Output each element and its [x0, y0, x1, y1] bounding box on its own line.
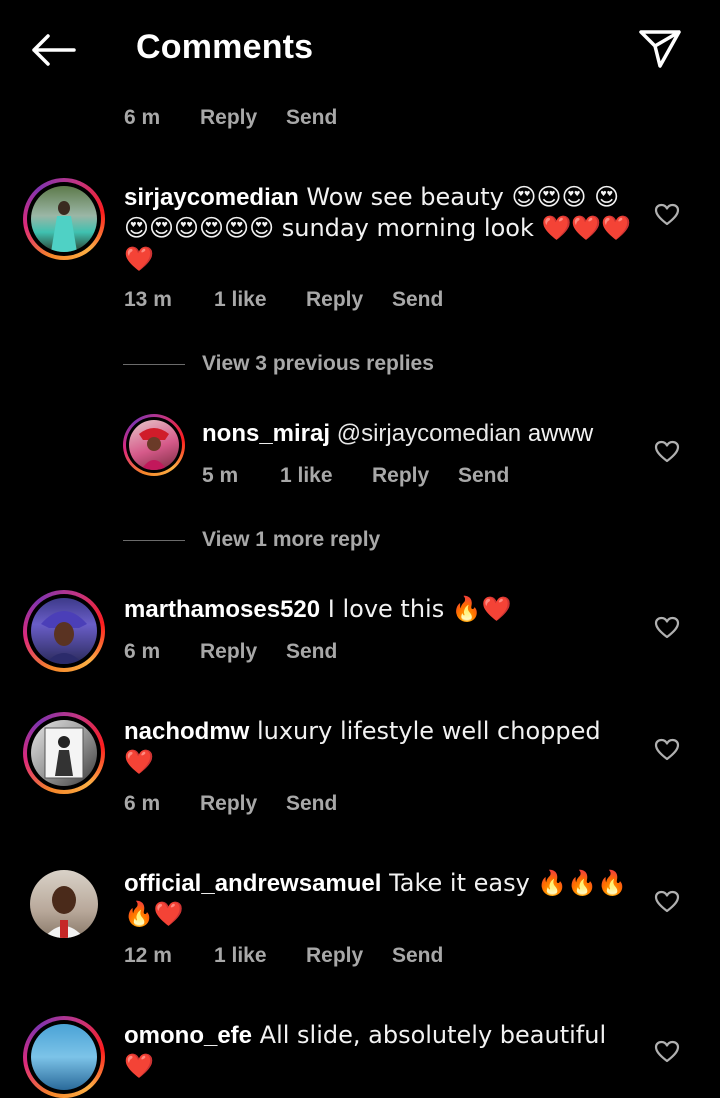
comment-text: sirjaycomedian Wow see beauty 😍😍😍 😍😍😍😍😍😍… [124, 182, 634, 275]
reply-username[interactable]: nons_miraj [202, 420, 330, 447]
avatar [31, 720, 97, 786]
view-previous-replies[interactable]: View 3 previous replies [202, 352, 434, 376]
comment-meta: 6 m Reply Send [124, 792, 424, 818]
send-button[interactable]: Send [458, 464, 509, 488]
likes-count[interactable]: 1 like [214, 288, 267, 312]
avatar [31, 598, 97, 664]
comment-time: 6 m [124, 640, 161, 663]
comment-time: 13 m [124, 288, 172, 311]
comment-text: marthamoses520 I love this 🔥❤️ [124, 594, 634, 625]
send-button[interactable]: Send [392, 288, 443, 312]
avatar-ring[interactable] [23, 178, 105, 260]
comment-meta: 12 m 1 like Reply Send [124, 944, 464, 970]
comment-time: 12 m [124, 944, 172, 967]
reply-text: nons_miraj @sirjaycomedian awww [202, 418, 632, 449]
mention-link[interactable]: @sirjaycomedian [330, 420, 521, 447]
reply-button[interactable]: Reply [372, 464, 429, 488]
comment-time: 6 m [124, 106, 161, 129]
reply-meta: 5 m 1 like Reply Send [202, 464, 542, 490]
reply-body: awww [521, 420, 594, 447]
comment-meta: 6 m Reply Send [124, 106, 424, 132]
heart-outline-icon[interactable] [654, 616, 680, 640]
likes-count[interactable]: 1 like [280, 464, 333, 488]
view-more-replies[interactable]: View 1 more reply [202, 528, 380, 552]
paper-plane-icon[interactable] [636, 27, 684, 71]
reply-time: 5 m [202, 464, 239, 487]
comment-text: omono_efe All slide, absolutely beautifu… [124, 1020, 634, 1082]
avatar [129, 420, 179, 470]
avatar-ring[interactable] [123, 414, 185, 476]
page-title: Comments [136, 28, 314, 66]
reply-button[interactable]: Reply [200, 106, 257, 130]
heart-outline-icon[interactable] [654, 738, 680, 762]
reply-button[interactable]: Reply [200, 640, 257, 664]
comment-text: nachodmw luxury lifestyle well chopped ❤… [124, 716, 634, 778]
avatar-ring[interactable] [23, 1016, 105, 1098]
heart-outline-icon[interactable] [654, 1040, 680, 1064]
send-button[interactable]: Send [392, 944, 443, 968]
avatar-ring[interactable] [23, 712, 105, 794]
comment-meta: 6 m Reply Send [124, 640, 424, 666]
heart-outline-icon[interactable] [654, 890, 680, 914]
send-button[interactable]: Send [286, 792, 337, 816]
comment-body: I love this 🔥❤️ [320, 595, 512, 623]
reply-button[interactable]: Reply [200, 792, 257, 816]
comment-username[interactable]: official_andrewsamuel [124, 870, 381, 897]
comment-username[interactable]: nachodmw [124, 718, 249, 745]
avatar[interactable] [30, 870, 98, 938]
comment-text: official_andrewsamuel Take it easy 🔥🔥🔥 🔥… [124, 868, 634, 930]
comment-meta: 13 m 1 like Reply Send [124, 288, 464, 314]
thread-divider [123, 364, 185, 365]
header-bar: Comments [0, 0, 720, 98]
reply-button[interactable]: Reply [306, 944, 363, 968]
comment-username[interactable]: sirjaycomedian [124, 184, 299, 211]
likes-count[interactable]: 1 like [214, 944, 267, 968]
send-button[interactable]: Send [286, 640, 337, 664]
avatar-ring[interactable] [23, 590, 105, 672]
comment-username[interactable]: marthamoses520 [124, 596, 320, 623]
thread-divider [123, 540, 185, 541]
arrow-left-icon[interactable] [28, 30, 78, 70]
reply-button[interactable]: Reply [306, 288, 363, 312]
heart-outline-icon[interactable] [654, 440, 680, 464]
heart-outline-icon[interactable] [654, 203, 680, 227]
avatar [31, 186, 97, 252]
comment-username[interactable]: omono_efe [124, 1022, 252, 1049]
avatar [31, 1024, 97, 1090]
send-button[interactable]: Send [286, 106, 337, 130]
comment-time: 6 m [124, 792, 161, 815]
